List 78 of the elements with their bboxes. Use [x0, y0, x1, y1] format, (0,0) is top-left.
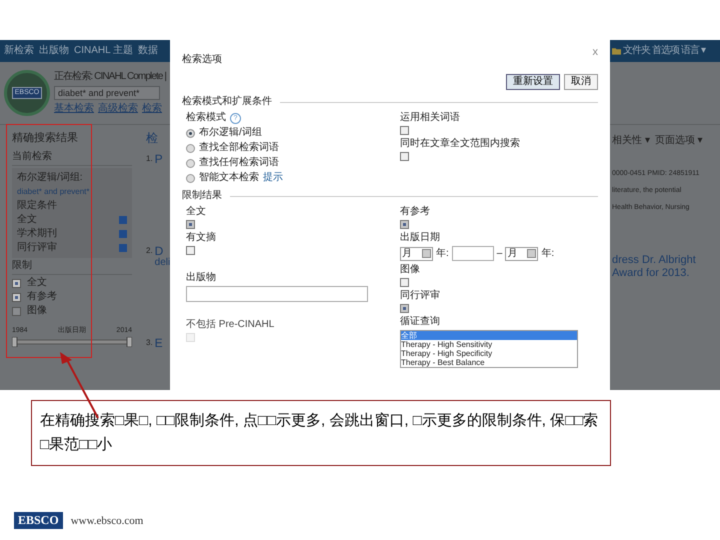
- nav-link[interactable]: 出版物: [39, 45, 69, 57]
- radio-label: 查找任何检索词语: [199, 157, 279, 169]
- field-label: 同时在文章全文范围内搜索: [400, 138, 520, 150]
- section-title[interactable]: 限制: [12, 260, 32, 271]
- nav-link[interactable]: 数据: [138, 45, 158, 57]
- checkbox[interactable]: [186, 246, 195, 255]
- footer-logo: EBSCO: [14, 512, 63, 529]
- dialog-button[interactable]: 取消: [564, 74, 598, 90]
- search-field[interactable]: diabet* and prevent*: [54, 86, 160, 100]
- nav-link[interactable]: 文件夹: [623, 45, 650, 57]
- radio-label: 查找全部检索词语: [199, 142, 279, 154]
- field-label: 出版日期: [400, 232, 440, 244]
- checkbox[interactable]: [400, 220, 409, 229]
- radio-button[interactable]: [186, 144, 195, 152]
- radio-button[interactable]: [186, 158, 195, 168]
- evidence-listbox[interactable]: 全部 Therapy - High Sensitivity Therapy - High Specificity Therapy - Best Balance: [400, 330, 578, 368]
- field-label: 运用相关词语: [400, 112, 460, 124]
- field-label: 有参考: [400, 206, 430, 218]
- dialog-title: 检索选项: [182, 54, 222, 66]
- checkbox[interactable]: [400, 126, 409, 135]
- checkbox[interactable]: [186, 220, 195, 229]
- mode-label: 检索模式: [186, 112, 226, 124]
- dash-text: –: [496, 248, 502, 260]
- option-label: 全文: [27, 277, 47, 289]
- field-label: 全文: [186, 206, 206, 218]
- checkbox[interactable]: [12, 292, 21, 302]
- list-option[interactable]: Therapy - Best Balance: [401, 358, 577, 367]
- folder-icon: [612, 47, 621, 55]
- nav-link[interactable]: CINAHL 主题: [74, 45, 134, 57]
- radio-button[interactable]: [186, 174, 195, 182]
- nav-link[interactable]: 新检索: [4, 45, 34, 57]
- tip-link[interactable]: 提示: [263, 172, 283, 184]
- limiter-label: 学术期刊: [17, 228, 57, 240]
- checkbox[interactable]: [12, 278, 21, 288]
- checkbox[interactable]: [400, 278, 409, 287]
- nav-link[interactable]: 首选项: [652, 45, 679, 57]
- nav-link[interactable]: 语言 ▾: [681, 45, 705, 57]
- field-label: 有文摘: [186, 232, 216, 244]
- field-label: 图像: [400, 264, 420, 276]
- section-heading: 检索模式和扩展条件: [182, 96, 272, 108]
- footer-url[interactable]: www.ebsco.com: [70, 514, 144, 526]
- result-number: 2.: [146, 245, 153, 257]
- checkbox[interactable]: [400, 304, 409, 313]
- section-heading: 限制结果: [182, 190, 222, 202]
- field-label: 同行评审: [400, 290, 440, 302]
- field-label: 循证查询: [400, 316, 440, 328]
- publication-input[interactable]: [186, 286, 368, 302]
- panel-title: 精确搜索结果: [12, 131, 79, 145]
- list-option[interactable]: 全部: [401, 331, 577, 340]
- list-option[interactable]: Therapy - High Sensitivity: [401, 340, 577, 349]
- field-label: 不包括 Pre-CINAHL: [186, 319, 274, 331]
- checkbox[interactable]: [12, 306, 21, 316]
- list-option[interactable]: Therapy - High Specificity: [401, 349, 577, 358]
- option-label: 图像: [27, 305, 47, 317]
- boolean-label: 布尔逻辑/词组:: [17, 172, 84, 184]
- results-heading: 检: [146, 131, 159, 145]
- radio-label: 布尔逻辑/词组: [199, 127, 262, 139]
- dialog-button[interactable]: 重新设置: [506, 74, 560, 90]
- limiter-label: 同行评审: [17, 242, 57, 254]
- field-label: 出版物: [186, 272, 216, 284]
- result-number: 1.: [146, 153, 153, 165]
- year-input[interactable]: [452, 246, 494, 261]
- radio-label: 智能文本检索: [199, 172, 259, 184]
- result-number: 3.: [146, 337, 153, 349]
- month-select[interactable]: 月: [505, 246, 538, 260]
- month-select[interactable]: 月: [400, 246, 433, 260]
- toolbar-dropdown[interactable]: 页面选项 ▾: [654, 135, 703, 147]
- limiter-label: 全文: [17, 214, 37, 226]
- option-label: 有参考: [27, 291, 57, 303]
- section-title[interactable]: 当前检索: [12, 151, 52, 162]
- year-label: 年:: [541, 248, 554, 260]
- year-label: 年:: [436, 248, 449, 260]
- close-button[interactable]: x: [592, 46, 598, 58]
- toolbar-dropdown[interactable]: 相关性 ▾: [612, 135, 650, 147]
- checkbox[interactable]: [400, 152, 409, 161]
- radio-button[interactable]: [186, 128, 195, 138]
- limiters-label: 限定条件: [17, 200, 58, 212]
- search-label: 正在检索: CINAHL Complete |: [54, 71, 166, 83]
